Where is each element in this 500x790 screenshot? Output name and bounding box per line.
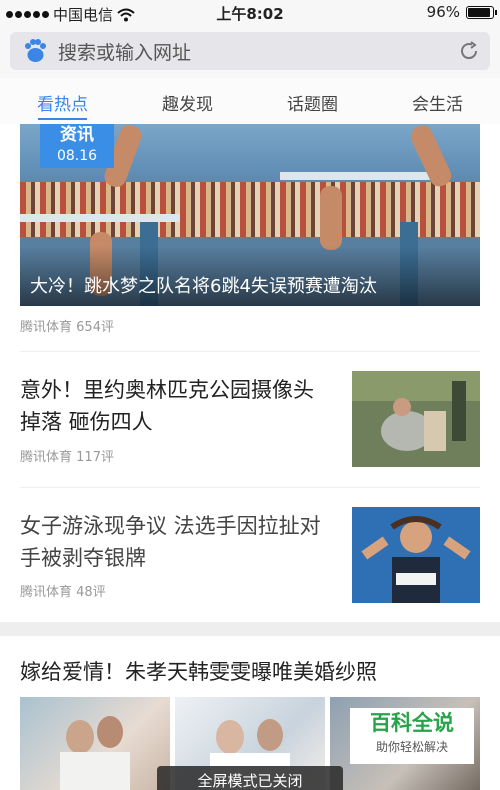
article-thumbnail[interactable] <box>352 371 480 467</box>
article-source: 腾讯体育 <box>20 450 73 465</box>
status-right: 96% <box>426 3 497 21</box>
status-bar: 中国电信 上午8:02 96% <box>0 0 500 26</box>
watermark-title: 百科全说 <box>370 711 454 735</box>
hero-image-diver <box>320 186 342 250</box>
watermark-subtitle: 助你轻松解决 <box>375 740 448 754</box>
article-thumbnail-image <box>352 507 480 603</box>
battery-fill <box>468 7 491 17</box>
badge-date: 08.16 <box>56 148 98 164</box>
article-meta: 腾讯体育 48评 <box>20 581 106 600</box>
watermark-logo: 百科全说 助你轻松解决 <box>350 708 474 764</box>
badge-type: 资讯 <box>60 125 94 145</box>
hero-comments: 654评 <box>76 320 114 335</box>
hero-source: 腾讯体育 <box>20 320 73 335</box>
hero-meta: 腾讯体育 654评 <box>20 316 114 335</box>
article-title[interactable]: 意外！里约奥林匹克公园摄像头掉落 砸伤四人 <box>20 374 330 438</box>
gallery-image[interactable] <box>20 697 170 790</box>
hero-title[interactable]: 大冷！跳水梦之队名将6跳4失误预赛遭淘汰 <box>30 272 377 298</box>
divider <box>20 351 480 352</box>
tab-bar: 看热点 趣发现 话题圈 会生活 <box>0 78 500 124</box>
tab-life[interactable]: 会生活 <box>375 78 500 124</box>
toast-message: 全屏模式已关闭 <box>157 766 343 790</box>
search-bar-container: 搜索或输入网址 <box>0 26 500 78</box>
article-title[interactable]: 女子游泳现争议 法选手因拉扯对手被剥夺银牌 <box>20 510 330 574</box>
gallery-image-art <box>60 716 130 790</box>
article-thumbnail-image <box>352 371 480 467</box>
tab-discover[interactable]: 趣发现 <box>125 78 250 124</box>
article-meta: 腾讯体育 117评 <box>20 446 114 465</box>
section-gap <box>0 622 500 636</box>
article-source: 腾讯体育 <box>20 585 73 600</box>
tab-hot[interactable]: 看热点 <box>0 78 125 124</box>
hero-badge: 资讯 08.16 <box>40 124 114 168</box>
search-input[interactable]: 搜索或输入网址 <box>10 32 490 70</box>
gallery-title[interactable]: 嫁给爱情！朱孝天韩雯雯曝唯美婚纱照 <box>20 656 377 686</box>
battery-icon <box>466 5 497 19</box>
baidu-paw-icon[interactable] <box>22 38 48 64</box>
search-placeholder: 搜索或输入网址 <box>58 41 192 64</box>
battery-percent: 96% <box>426 3 460 21</box>
article-thumbnail[interactable] <box>352 507 480 603</box>
article-comments: 117评 <box>76 450 114 465</box>
hero-article[interactable]: 资讯 08.16 大冷！跳水梦之队名将6跳4失误预赛遭淘汰 <box>20 124 480 306</box>
divider <box>20 487 480 488</box>
status-time: 上午8:02 <box>216 5 284 23</box>
hero-image-platform <box>20 214 180 222</box>
hero-image-platform <box>280 172 440 180</box>
refresh-icon[interactable] <box>458 40 480 62</box>
tab-topics[interactable]: 话题圈 <box>250 78 375 124</box>
article-comments: 48评 <box>76 585 106 600</box>
